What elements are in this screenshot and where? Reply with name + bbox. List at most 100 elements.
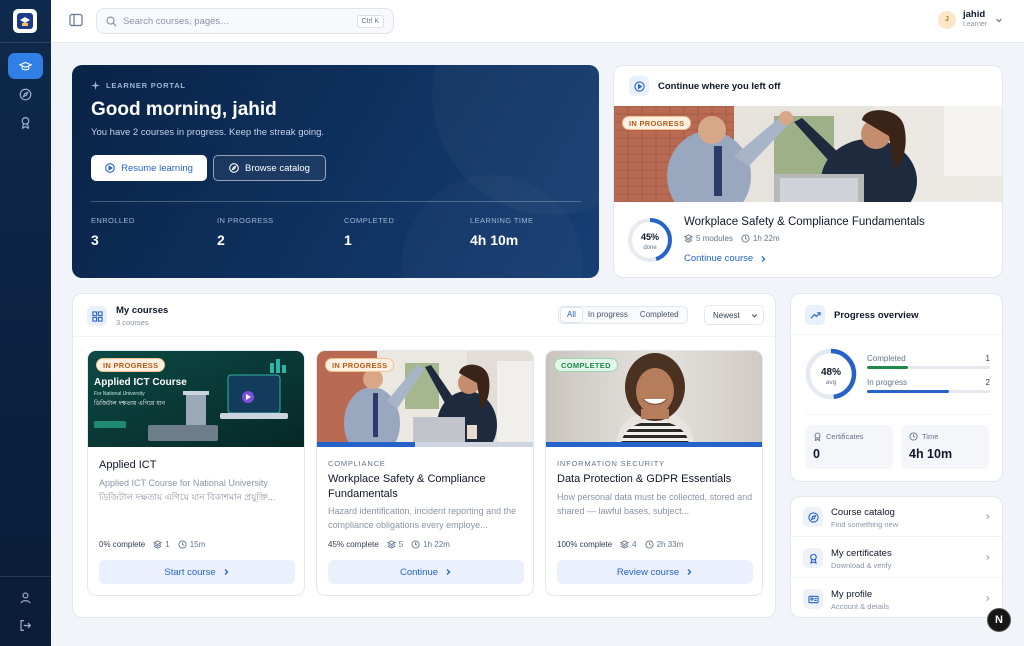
chevron-down-icon — [751, 314, 758, 318]
sidebar-item-catalog[interactable] — [8, 81, 43, 107]
course-duration: 1h 22m — [423, 540, 450, 549]
user-menu[interactable]: J jahid Learner — [938, 10, 1003, 29]
link-my-certificates[interactable]: My certificates Download & verify — [791, 538, 1002, 578]
stat-label: ENROLLED — [91, 216, 135, 225]
link-my-profile[interactable]: My profile Account & details — [791, 579, 1002, 617]
search-shortcut: Ctrl K — [356, 15, 384, 28]
hero-tag: LEARNER PORTAL — [91, 81, 186, 90]
tab-completed[interactable]: Completed — [634, 308, 685, 322]
sidebar-item-profile[interactable] — [8, 584, 43, 610]
sidebar-item-logout[interactable] — [8, 612, 43, 638]
course-card-workplace-safety[interactable]: IN PROGRESS COMPLIANCE Workplace Safety … — [316, 350, 534, 596]
app-logo-icon[interactable] — [13, 9, 37, 33]
tab-in-progress[interactable]: In progress — [582, 308, 634, 322]
button-label: Start course — [164, 566, 216, 578]
overview-row-count: 1 — [985, 354, 990, 363]
course-category: INFORMATION SECURITY — [557, 459, 665, 468]
welcome-hero: LEARNER PORTAL Good morning, jahid You h… — [72, 65, 599, 278]
search-bar[interactable]: Ctrl K — [96, 8, 394, 34]
corner-badge[interactable]: N — [987, 608, 1011, 632]
link-subtitle: Download & verify — [831, 561, 892, 570]
tab-all[interactable]: All — [561, 308, 582, 322]
course-title: Applied ICT — [99, 459, 157, 471]
overview-row-completed: Completed 1 — [867, 354, 990, 369]
award-icon — [814, 432, 821, 441]
sort-select[interactable]: Newest — [704, 305, 764, 325]
chevron-right-icon — [446, 569, 451, 575]
module-count: 1 — [165, 540, 170, 549]
chevron-down-icon — [996, 18, 1003, 22]
award-icon — [21, 116, 30, 129]
resume-learning-button[interactable]: Resume learning — [91, 155, 207, 181]
sort-value: Newest — [713, 310, 740, 320]
course-progress-bar — [546, 442, 762, 447]
continue-course-meta: 5 modules 1h 22m — [684, 234, 780, 243]
hero-tag-text: LEARNER PORTAL — [106, 81, 186, 90]
continue-card-header: Continue where you left off — [629, 76, 780, 96]
user-role: Learner — [963, 21, 988, 28]
course-progress-fill — [317, 442, 416, 447]
continue-course-link[interactable]: Continue course — [684, 253, 767, 264]
sidebar-divider — [0, 42, 51, 43]
stat-label: IN PROGRESS — [217, 216, 274, 225]
course-meta: 100% complete 4 2h 33m — [557, 540, 683, 549]
average-label: avg — [826, 379, 837, 386]
course-title: Workplace Safety & Compliance Fundamenta… — [328, 473, 486, 500]
layers-icon — [153, 540, 163, 549]
cover-title-text: Applied ICT Course — [94, 377, 187, 388]
link-divider — [791, 536, 1002, 537]
stat-in-progress: IN PROGRESS 2 — [217, 216, 274, 248]
layers-icon — [386, 540, 396, 549]
progress-overview-header: Progress overview — [805, 305, 919, 325]
card-divider — [791, 334, 1002, 335]
sparkle-icon — [91, 81, 100, 90]
link-course-catalog[interactable]: Course catalog Find something new — [791, 497, 1002, 537]
search-input[interactable] — [123, 15, 353, 27]
certificates-value: 0 — [813, 447, 820, 461]
continue-button[interactable]: Continue — [328, 560, 524, 584]
sidebar — [0, 0, 51, 646]
user-icon — [20, 591, 31, 603]
overview-progress-fill — [867, 390, 950, 393]
link-title: Course catalog — [831, 507, 895, 518]
clock-icon — [178, 540, 187, 549]
course-description: Applied ICT Course for National Universi… — [99, 478, 276, 502]
play-circle-icon — [105, 163, 115, 173]
my-courses-header: My courses 3 courses — [87, 305, 168, 327]
stat-completed: COMPLETED 1 — [344, 216, 394, 248]
compass-icon — [807, 511, 819, 523]
progress-overview-title: Progress overview — [834, 309, 919, 321]
course-complete: 100% complete — [557, 540, 613, 549]
sidebar-item-courses[interactable] — [8, 53, 43, 79]
course-card-data-protection[interactable]: COMPLETED INFORMATION SECURITY Data Prot… — [545, 350, 763, 596]
overview-progress-track — [867, 366, 990, 369]
browse-catalog-button[interactable]: Browse catalog — [213, 155, 326, 181]
user-name: jahid — [963, 9, 986, 20]
sidebar-divider-bottom — [0, 576, 51, 577]
module-count: 5 — [398, 540, 404, 549]
resume-learning-label: Resume learning — [121, 162, 193, 174]
continue-card-title: Continue where you left off — [658, 80, 781, 92]
stat-value: 3 — [91, 232, 99, 248]
review-course-button[interactable]: Review course — [557, 560, 753, 584]
chevron-right-icon — [687, 569, 692, 575]
status-badge: COMPLETED — [554, 358, 618, 372]
module-count: 4 — [632, 540, 637, 549]
course-meta: 45% complete 5 1h 22m — [328, 540, 450, 549]
button-label: Review course — [616, 566, 680, 578]
sidebar-item-certificates[interactable] — [8, 109, 43, 135]
start-course-button[interactable]: Start course — [99, 560, 295, 584]
course-card-applied-ict[interactable]: Applied ICT Course For National Universi… — [87, 350, 305, 596]
link-subtitle: Find something new — [831, 520, 899, 529]
status-badge: IN PROGRESS — [325, 358, 395, 372]
status-badge: IN PROGRESS — [622, 116, 692, 130]
my-courses-count: 3 courses — [116, 318, 149, 327]
sidebar-toggle-icon[interactable] — [69, 13, 83, 27]
link-title: My certificates — [831, 548, 892, 559]
course-complete: 45% complete — [328, 540, 379, 549]
chevron-right-icon — [224, 569, 229, 575]
trend-icon-box — [805, 305, 825, 325]
compass-icon — [19, 88, 32, 100]
progress-overview-card: Progress overview 48% avg Completed 1 In… — [790, 293, 1003, 482]
clock-icon — [909, 432, 918, 441]
